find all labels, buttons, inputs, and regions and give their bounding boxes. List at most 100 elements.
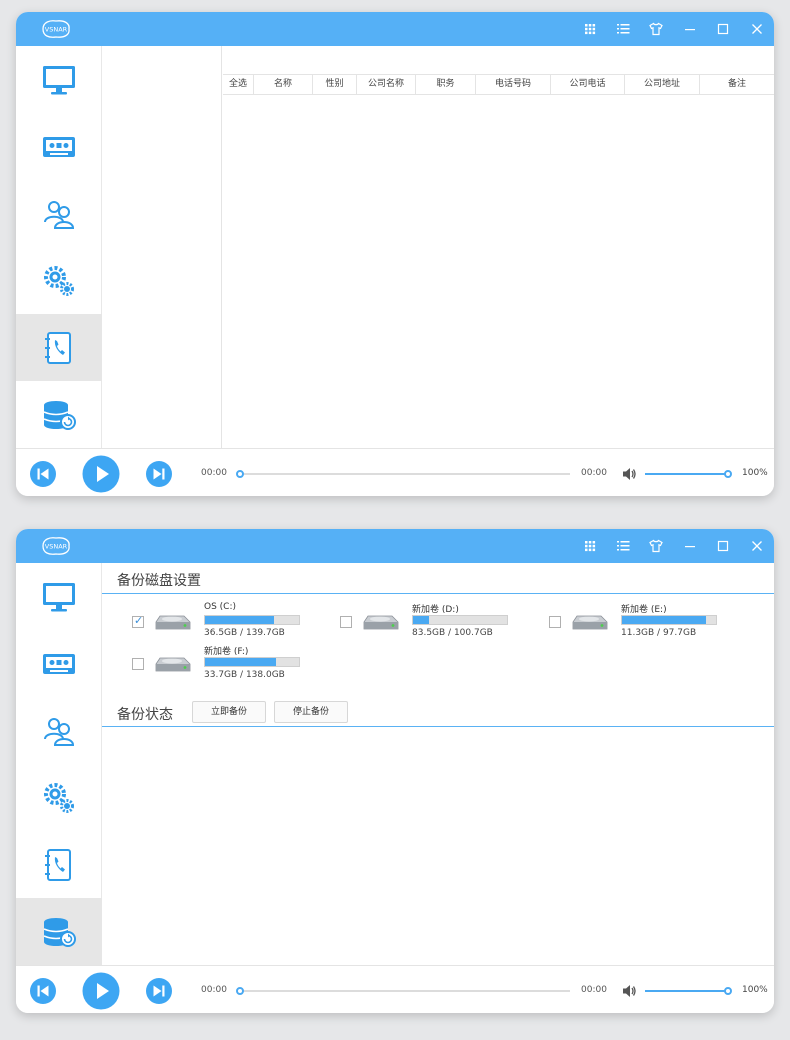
shirt-icon[interactable] [648,538,664,554]
database-backup-icon [43,401,76,430]
sidebar-item-cassette[interactable] [16,630,102,697]
column-header-company-address[interactable]: 公司地址 [625,75,700,94]
close-icon[interactable] [749,21,765,37]
total-time: 00:00 [581,468,607,478]
column-header-phone[interactable]: 电话号码 [476,75,551,94]
volume-knob[interactable] [724,987,732,995]
next-button[interactable] [145,460,173,488]
maximize-icon[interactable] [715,21,731,37]
column-header-company-phone[interactable]: 公司电话 [551,75,625,94]
contacts-table: 全选 名称 性别 公司名称 职务 电话号码 公司电话 公司地址 备注 [223,46,774,448]
disk-size: 33.7GB / 138.0GB [204,670,285,680]
current-time: 00:00 [201,985,227,995]
shirt-icon[interactable] [648,21,664,37]
next-button[interactable] [145,977,173,1005]
logo-text: VSNAR [45,543,68,551]
list-icon[interactable] [615,21,631,37]
previous-button[interactable] [29,460,57,488]
disk-usage-fill [205,616,274,624]
backup-status-title: 备份状态 [117,707,173,723]
sidebar-item-users[interactable] [16,180,102,247]
sidebar-item-backup[interactable] [16,381,102,448]
sidebar [16,46,102,448]
disk-name: OS (C:) [204,602,236,612]
grid-icon[interactable] [582,21,598,37]
sidebar-item-backup[interactable] [16,898,102,965]
disk-name: 新加卷 (D:) [412,605,459,615]
logo-text: VSNAR [45,26,68,34]
sidebar-item-monitor[interactable] [16,46,102,113]
disk-usage-fill [622,616,706,624]
seek-knob[interactable] [236,987,244,995]
close-icon[interactable] [749,538,765,554]
sidebar-item-users[interactable] [16,697,102,764]
disk-item: 新加卷 (D:) 83.5GB / 100.7GB [340,604,540,644]
users-icon [44,718,75,746]
hard-drive-icon [155,615,191,630]
column-header-gender[interactable]: 性别 [313,75,357,94]
cassette-icon [43,137,75,157]
volume-knob[interactable] [724,470,732,478]
monitor-icon [43,583,75,612]
disk-checkbox[interactable]: ✓ [132,614,144,628]
hard-drive-icon [572,615,608,630]
disk-name: 新加卷 (E:) [621,605,667,615]
previous-button[interactable] [29,977,57,1005]
column-header-company[interactable]: 公司名称 [357,75,416,94]
volume-slider[interactable] [645,473,727,475]
stop-backup-button[interactable]: 停止备份 [274,701,348,723]
disk-item: 新加卷 (F:) 33.7GB / 138.0GB [132,646,332,686]
contact-group-tree[interactable] [102,46,222,448]
column-header-notes[interactable]: 备注 [700,75,774,94]
start-backup-button[interactable]: 立即备份 [192,701,266,723]
seek-slider[interactable] [240,990,570,992]
disk-item: 新加卷 (E:) 11.3GB / 97.7GB [549,604,749,644]
sidebar-item-contacts[interactable] [16,314,102,381]
disk-usage-bar [204,657,300,667]
contacts-icon [45,849,71,881]
column-header-select-all[interactable]: 全选 [223,75,254,94]
minimize-icon[interactable] [682,538,698,554]
volume-icon[interactable] [621,983,637,999]
disk-checkbox[interactable] [340,616,352,628]
play-button[interactable] [82,972,120,1010]
disk-size: 36.5GB / 139.7GB [204,628,285,638]
play-button[interactable] [82,455,120,493]
sidebar-item-settings[interactable] [16,247,102,314]
sidebar-item-cassette[interactable] [16,113,102,180]
player-bar: 00:00 00:00 100% [16,965,774,1013]
disk-size: 83.5GB / 100.7GB [412,628,493,638]
contacts-window: VSNAR 全选 名称 性别 公司名称 职务 电话号码 公司电话 公司地址 备注… [16,12,774,496]
title-bar[interactable]: VSNAR [16,529,774,563]
minimize-icon[interactable] [682,21,698,37]
section-divider [102,593,774,594]
vsnar-logo: VSNAR [42,537,70,555]
maximize-icon[interactable] [715,538,731,554]
cassette-icon [43,654,75,674]
list-icon[interactable] [615,538,631,554]
disk-usage-bar [412,615,508,625]
disk-item: ✓ OS (C:) 36.5GB / 139.7GB [132,602,332,644]
vsnar-logo: VSNAR [42,20,70,38]
disk-checkbox[interactable] [132,658,144,670]
column-header-name[interactable]: 名称 [254,75,313,94]
disk-usage-fill [413,616,429,624]
volume-slider[interactable] [645,990,727,992]
disk-checkbox[interactable] [549,616,561,628]
seek-slider[interactable] [240,473,570,475]
current-time: 00:00 [201,468,227,478]
column-header-title[interactable]: 职务 [416,75,476,94]
disk-usage-bar [621,615,717,625]
seek-knob[interactable] [236,470,244,478]
volume-percent: 100% [742,468,768,478]
grid-icon[interactable] [582,538,598,554]
disk-name: 新加卷 (F:) [204,647,249,657]
sidebar-item-settings[interactable] [16,764,102,831]
sidebar-item-monitor[interactable] [16,563,102,630]
title-bar[interactable]: VSNAR [16,12,774,46]
sidebar-item-contacts[interactable] [16,831,102,898]
monitor-icon [43,66,75,95]
disk-usage-fill [205,658,277,666]
disk-size: 11.3GB / 97.7GB [621,628,697,638]
volume-icon[interactable] [621,466,637,482]
